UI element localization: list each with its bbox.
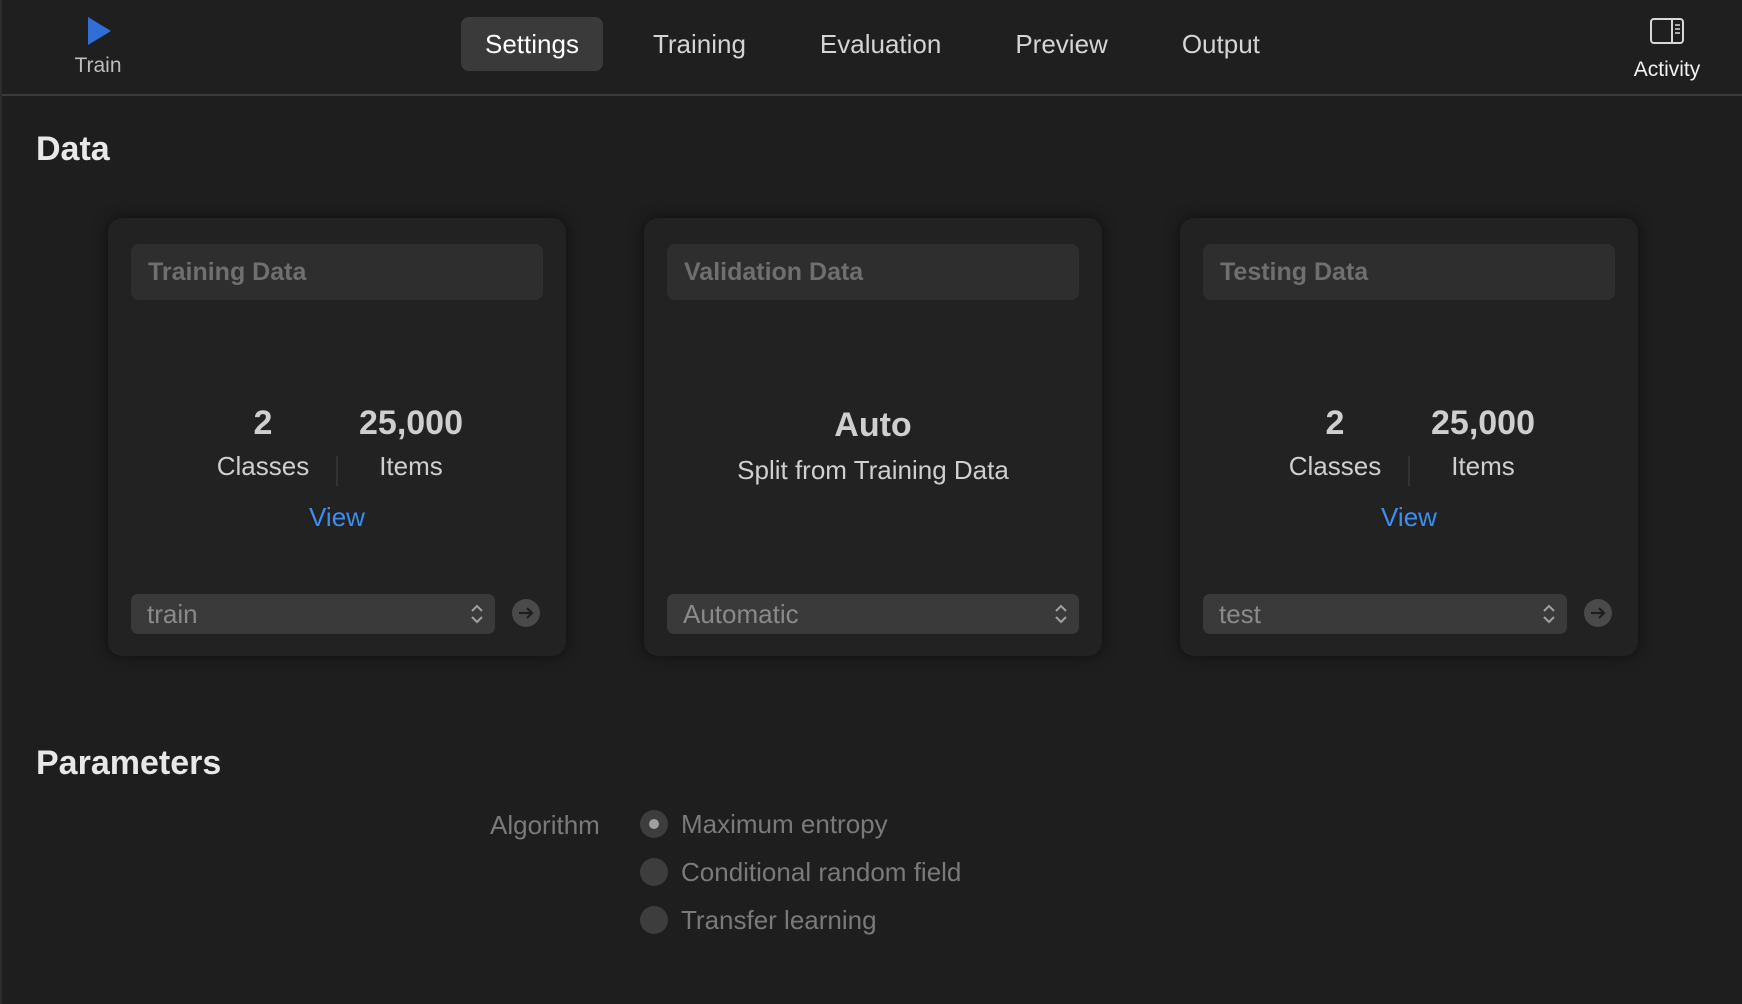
activity-label: Activity xyxy=(1633,58,1701,81)
arrow-right-circle-icon[interactable] xyxy=(1583,598,1613,628)
items-count: 25,000 xyxy=(359,404,463,442)
auto-block: Auto Split from Training Data xyxy=(644,406,1102,486)
train-button[interactable]: Train xyxy=(58,14,138,90)
play-icon xyxy=(88,17,111,45)
popup-value: test xyxy=(1219,599,1261,629)
chevron-up-down-icon xyxy=(471,604,483,624)
train-label: Train xyxy=(74,54,122,77)
tab-training[interactable]: Training xyxy=(629,17,770,71)
card-header: Validation Data xyxy=(667,244,1079,300)
tab-preview[interactable]: Preview xyxy=(991,17,1131,71)
stats: 2 Classes 25,000 Items xyxy=(1180,404,1638,486)
window: Train Settings Training Evaluation Previ… xyxy=(0,0,1742,1004)
radio-button[interactable] xyxy=(640,810,668,838)
view-link-wrapper: View xyxy=(1180,502,1638,533)
classes-label: Classes xyxy=(216,451,310,481)
chevron-up-down-icon xyxy=(1543,604,1555,624)
items-stat: 25,000 Items xyxy=(1410,404,1556,486)
radio-button[interactable] xyxy=(640,906,668,934)
radio-conditional-random-field[interactable]: Conditional random field xyxy=(640,857,961,887)
popup-value: train xyxy=(147,599,198,629)
classes-label: Classes xyxy=(1288,451,1382,481)
section-title-data: Data xyxy=(36,130,110,168)
classes-count: 2 xyxy=(253,404,273,442)
tab-output[interactable]: Output xyxy=(1158,17,1284,71)
radio-label: Maximum entropy xyxy=(681,808,888,839)
classes-count: 2 xyxy=(1325,404,1345,442)
tab-evaluation[interactable]: Evaluation xyxy=(796,17,965,71)
view-link-wrapper: View xyxy=(108,502,566,533)
sidebar-icon xyxy=(1650,18,1684,44)
items-stat: 25,000 Items xyxy=(338,404,484,486)
radio-button[interactable] xyxy=(640,858,668,886)
testing-data-popup[interactable]: test xyxy=(1203,594,1567,634)
radio-label: Conditional random field xyxy=(681,856,962,887)
radio-transfer-learning[interactable]: Transfer learning xyxy=(640,905,877,935)
items-label: Items xyxy=(1451,451,1515,481)
view-link[interactable]: View xyxy=(1180,502,1638,533)
training-data-popup[interactable]: train xyxy=(131,594,495,634)
card-header: Training Data xyxy=(131,244,543,300)
validation-data-card: Validation Data Auto Split from Training… xyxy=(644,218,1102,656)
view-link[interactable]: View xyxy=(108,502,566,533)
popup-value: Automatic xyxy=(683,599,799,629)
activity-button[interactable]: Activity xyxy=(1622,16,1712,92)
validation-data-popup[interactable]: Automatic xyxy=(667,594,1079,634)
items-label: Items xyxy=(379,451,443,481)
tab-settings[interactable]: Settings xyxy=(461,17,603,71)
tab-bar: Settings Training Evaluation Preview Out… xyxy=(461,17,1310,71)
algorithm-label: Algorithm xyxy=(490,810,600,840)
classes-stat: 2 Classes xyxy=(1262,404,1408,486)
stats: 2 Classes 25,000 Items xyxy=(108,404,566,486)
toolbar: Train Settings Training Evaluation Previ… xyxy=(2,0,1742,96)
card-header: Testing Data xyxy=(1203,244,1615,300)
validation-mode: Auto xyxy=(834,406,912,444)
testing-data-card: Testing Data 2 Classes 25,000 Items View… xyxy=(1180,218,1638,656)
classes-stat: 2 Classes xyxy=(190,404,336,486)
radio-maximum-entropy[interactable]: Maximum entropy xyxy=(640,809,888,839)
items-count: 25,000 xyxy=(1431,404,1535,442)
arrow-right-circle-icon[interactable] xyxy=(511,598,541,628)
training-data-card: Training Data 2 Classes 25,000 Items Vie… xyxy=(108,218,566,656)
validation-mode-label: Split from Training Data xyxy=(737,455,1009,485)
radio-label: Transfer learning xyxy=(681,904,877,935)
chevron-up-down-icon xyxy=(1055,604,1067,624)
section-title-parameters: Parameters xyxy=(36,744,222,782)
